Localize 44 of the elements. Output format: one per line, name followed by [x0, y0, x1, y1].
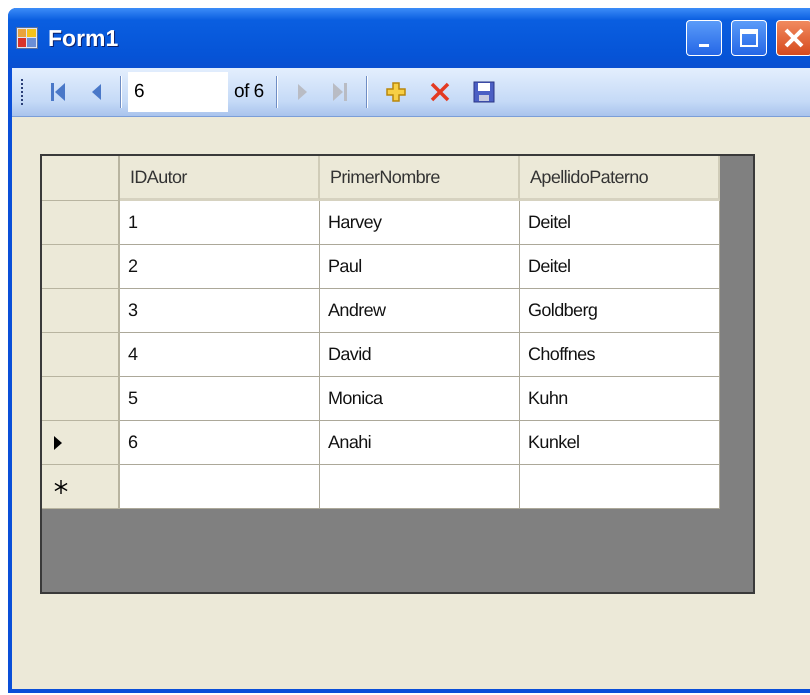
row-header[interactable]: [42, 421, 120, 465]
table-cell: 4: [120, 333, 320, 377]
row-header[interactable]: [42, 245, 120, 289]
row-header[interactable]: [42, 333, 120, 377]
close-icon: [783, 27, 805, 49]
row-header[interactable]: [42, 377, 120, 421]
table-cell: 5: [120, 377, 320, 421]
column-header[interactable]: PrimerNombre: [320, 156, 520, 201]
table-cell: Deitel: [520, 201, 720, 245]
close-button[interactable]: [776, 20, 810, 56]
row-header[interactable]: [42, 465, 120, 509]
minimize-icon: [699, 44, 709, 46]
table-cell: 2: [120, 245, 320, 289]
new-row-icon: [54, 480, 68, 494]
table-cell: Paul: [320, 245, 520, 289]
table-cell: Choffnes: [520, 333, 720, 377]
x-icon: [428, 81, 451, 103]
record-count: of 6: [234, 81, 264, 103]
maximize-icon: [739, 28, 759, 48]
minimize-button[interactable]: [686, 20, 722, 56]
last-record-icon: [330, 81, 349, 103]
plus-icon: [384, 81, 407, 103]
table-cell: 3: [120, 289, 320, 333]
table-cell: Monica: [320, 377, 520, 421]
column-header[interactable]: ApellidoPaterno: [520, 156, 720, 201]
table-cell: Harvey: [320, 201, 520, 245]
table-cell: Kuhn: [520, 377, 720, 421]
table-cell: 1: [120, 201, 320, 245]
first-record-icon: [49, 81, 67, 103]
table-cell: Deitel: [520, 245, 720, 289]
row-header[interactable]: [42, 201, 120, 245]
grip-icon[interactable]: [20, 78, 24, 106]
table-cell: Kunkel: [520, 421, 720, 465]
maximize-button[interactable]: [731, 20, 767, 56]
position-field[interactable]: 6: [128, 72, 228, 112]
table-cell: Anahi: [320, 421, 520, 465]
table-cell: David: [320, 333, 520, 377]
form-icon: [16, 27, 38, 49]
column-header[interactable]: IDAutor: [120, 156, 320, 201]
table-cell: 6: [120, 421, 320, 465]
row-header[interactable]: [42, 289, 120, 333]
table-cell: Andrew: [320, 289, 520, 333]
window-title: Form1: [48, 24, 118, 52]
table-cell: Goldberg: [520, 289, 720, 333]
